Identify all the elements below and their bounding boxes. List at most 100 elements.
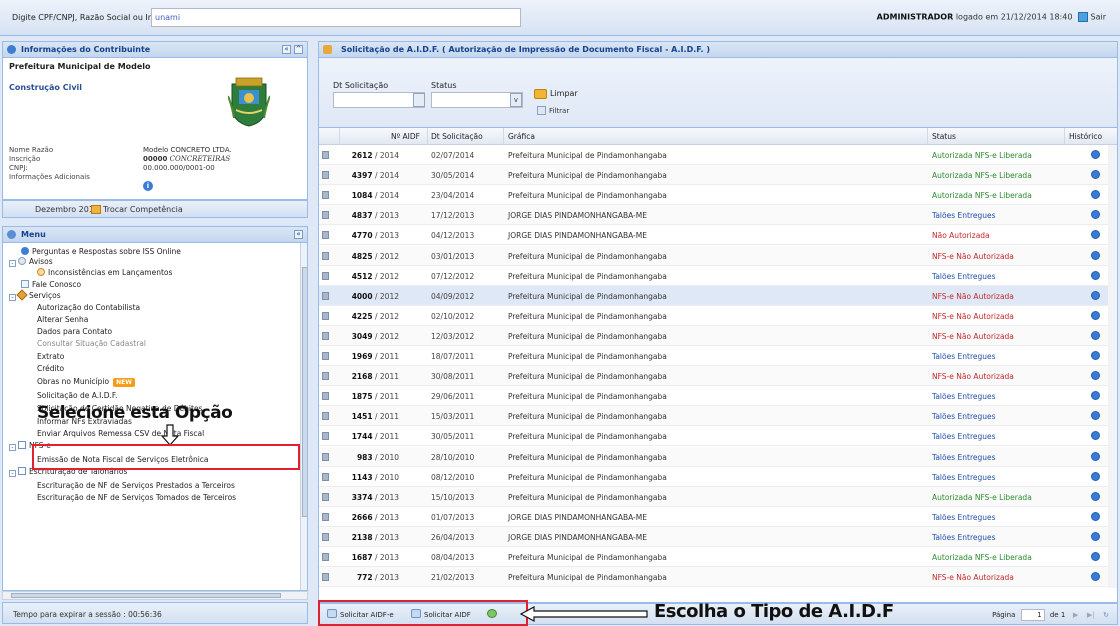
row-selector-icon[interactable] [322,251,329,260]
table-row[interactable]: 4825 / 2012 03/01/2013 Prefeitura Municipa… [319,245,1117,266]
table-row[interactable]: 4397 / 2014 30/05/2014 Prefeitura Municipa… [319,165,1117,186]
history-icon[interactable] [1091,290,1100,300]
column-header-status[interactable]: Status [932,132,956,141]
grid-vertical-scrollbar[interactable] [1108,145,1117,588]
row-selector-icon[interactable] [322,331,329,340]
row-selector-icon[interactable] [322,291,329,300]
history-icon[interactable] [1091,250,1100,260]
column-header-history[interactable]: Histórico [1069,132,1102,141]
calendar-icon[interactable] [91,205,101,214]
table-row[interactable]: 4837 / 2013 17/12/2013 JORGE DIAS PINDAMON… [319,205,1117,226]
row-selector-icon[interactable] [322,311,329,320]
menu-item-accountant-authorization[interactable]: Autorização do Contabilista [37,303,140,312]
history-icon[interactable] [1091,552,1100,561]
row-selector-icon[interactable] [322,392,329,401]
column-header-aidf-number[interactable]: Nº AIDF [391,132,420,141]
history-icon[interactable] [1091,371,1100,381]
row-selector-icon[interactable] [322,553,329,561]
table-row[interactable]: 4000 / 2012 04/09/2012 Prefeitura Municipa… [319,285,1117,306]
table-row[interactable]: 772 / 2013 21/02/2013 Prefeitura Municipal… [319,567,1117,588]
collapse-toggle-icon[interactable]: - [9,260,16,267]
history-icon[interactable] [1091,190,1100,200]
collapse-menu-icon[interactable]: « [294,230,303,239]
row-selector-icon[interactable] [322,532,329,541]
history-icon[interactable] [1091,391,1100,401]
menu-item-faq[interactable]: Perguntas e Respostas sobre ISS Online [21,247,181,256]
collapse-toggle-icon[interactable]: - [9,294,16,301]
filter-icon[interactable] [537,106,546,115]
date-filter-input[interactable] [333,92,425,108]
history-icon[interactable] [1091,471,1100,481]
table-row[interactable]: 1969 / 2011 18/07/2011 Prefeitura Municipa… [319,346,1117,366]
table-row[interactable]: 3374 / 2013 15/10/2013 Prefeitura Municipa… [319,486,1117,507]
table-row[interactable]: 4512 / 2012 07/12/2012 Prefeitura Municipa… [319,266,1117,286]
history-icon[interactable] [1091,210,1100,220]
history-icon[interactable] [1091,351,1100,360]
history-icon[interactable] [1091,491,1100,501]
row-selector-icon[interactable] [322,573,329,582]
row-selector-icon[interactable] [322,271,329,280]
menu-item-services-provided[interactable]: Escrituração de NF de Serviços Prestados… [37,481,235,490]
table-row[interactable]: 2168 / 2011 30/08/2011 Prefeitura Municipa… [319,366,1117,387]
history-icon[interactable] [1091,310,1100,320]
row-selector-icon[interactable] [322,512,329,521]
row-selector-icon[interactable] [322,231,329,240]
history-icon[interactable] [1091,451,1100,461]
calendar-icon[interactable] [413,93,425,107]
table-row[interactable]: 1451 / 2011 15/03/2011 Prefeitura Municipa… [319,406,1117,427]
row-selector-icon[interactable] [322,452,329,461]
row-selector-icon[interactable] [322,432,329,441]
history-icon[interactable] [1091,431,1100,441]
history-icon[interactable] [1091,411,1100,421]
history-icon[interactable] [1091,150,1100,159]
table-row[interactable]: 4770 / 2013 04/12/2013 JORGE DIAS PINDAMON… [319,225,1117,246]
menu-item-inconsistencies[interactable]: Inconsistências em Lançamentos [37,268,172,277]
column-header-printer[interactable]: Gráfica [508,132,535,141]
collapse-toggle-icon[interactable]: - [9,444,16,451]
exit-icon[interactable] [1077,12,1088,22]
collapse-left-icon[interactable]: « [282,45,291,54]
eraser-icon[interactable] [534,89,547,99]
menu-item-notices[interactable]: - Avisos [9,257,53,267]
table-row[interactable]: 2612 / 2014 02/07/2014 Prefeitura Municipa… [319,145,1117,165]
next-page-icon[interactable]: ▶ [1071,611,1081,621]
table-row[interactable]: 3049 / 2012 12/03/2012 Prefeitura Municipa… [319,325,1117,346]
history-icon[interactable] [1091,572,1100,582]
row-selector-icon[interactable] [322,151,329,159]
menu-item-services[interactable]: - Serviços [9,289,61,301]
menu-item-contact-data[interactable]: Dados para Contato [37,327,112,336]
search-input[interactable]: unami [151,8,521,27]
row-selector-icon[interactable] [322,191,329,200]
table-row[interactable]: 983 / 2010 28/10/2010 Prefeitura Municipal… [319,446,1117,467]
table-row[interactable]: 1744 / 2011 30/05/2011 Prefeitura Municipa… [319,426,1117,447]
menu-item-contact-us[interactable]: Fale Conosco [21,280,81,289]
table-row[interactable]: 1084 / 2014 23/04/2014 Prefeitura Municipa… [319,185,1117,206]
table-row[interactable]: 1875 / 2011 29/06/2011 Prefeitura Municipa… [319,386,1117,407]
menu-item-change-password[interactable]: Alterar Senha [37,315,88,324]
row-selector-icon[interactable] [322,412,329,421]
row-selector-icon[interactable] [322,492,329,501]
menu-item-services-taken[interactable]: Escrituração de NF de Serviços Tomados d… [37,493,236,502]
row-selector-icon[interactable] [322,372,329,381]
history-icon[interactable] [1091,270,1100,280]
exit-button[interactable]: Sair [1091,13,1107,22]
table-row[interactable]: 1143 / 2010 08/12/2010 Prefeitura Municipa… [319,467,1117,487]
clear-button[interactable]: Limpar [550,89,578,98]
row-selector-icon[interactable] [322,171,329,180]
menu-item-aidf-request[interactable]: Solicitação de A.I.D.F. [37,391,117,400]
page-number-input[interactable]: 1 [1020,609,1045,621]
menu-item-credit[interactable]: Crédito [37,364,64,373]
scroll-thumb[interactable] [11,593,281,598]
row-selector-icon[interactable] [322,352,329,360]
refresh-icon[interactable]: ↻ [1101,611,1111,621]
table-row[interactable]: 2666 / 2013 01/07/2013 JORGE DIAS PINDAMON… [319,507,1117,527]
history-icon[interactable] [1091,531,1100,541]
menu-item-municipal-works[interactable]: Obras no Município NEW [37,377,135,387]
collapse-toggle-icon[interactable]: - [9,470,16,477]
menu-horizontal-scrollbar[interactable] [2,591,308,600]
menu-vertical-scrollbar[interactable] [300,243,307,590]
menu-item-registration-status[interactable]: Consultar Situação Cadastral [37,339,146,348]
filter-button[interactable]: Filtrar [549,107,569,115]
menu-item-statement[interactable]: Extrato [37,352,64,361]
history-icon[interactable] [1091,511,1100,521]
